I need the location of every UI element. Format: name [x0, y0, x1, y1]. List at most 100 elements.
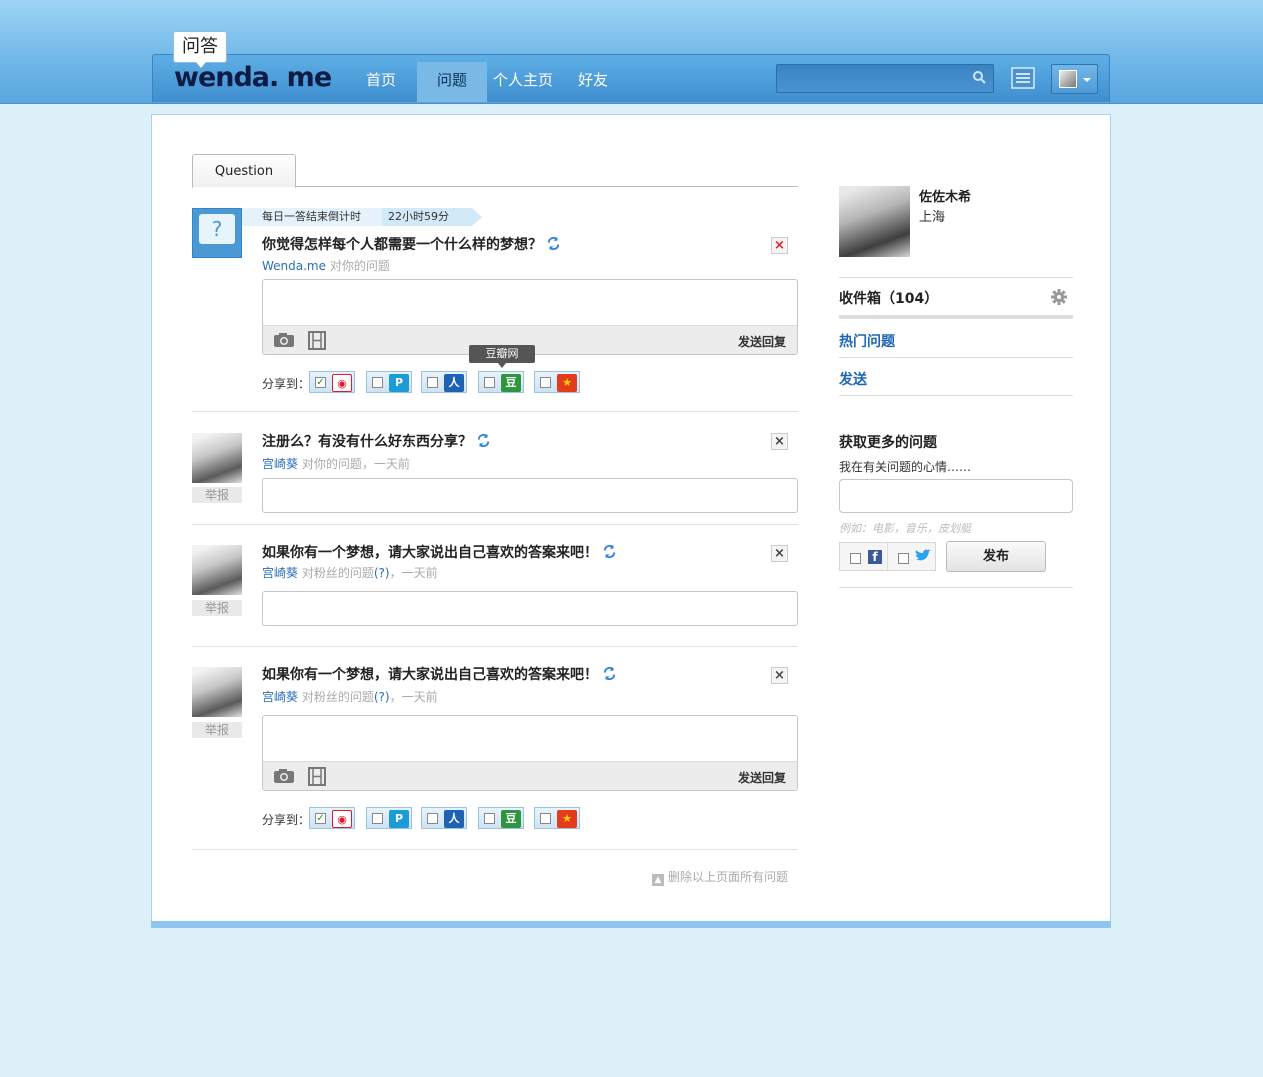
checkbox[interactable] [427, 813, 438, 824]
author-link[interactable]: 宫崎葵 [262, 690, 298, 704]
mood-input[interactable] [839, 479, 1073, 513]
share-kaixin[interactable]: ★ [534, 371, 580, 393]
facebook-checkbox[interactable] [850, 553, 861, 564]
camera-icon[interactable] [273, 768, 295, 784]
facebook-icon: f [868, 550, 882, 564]
inbox-link[interactable]: 收件箱（104） [839, 288, 938, 308]
help-link[interactable]: (?) [374, 566, 390, 580]
user-menu-button[interactable] [1051, 64, 1098, 94]
nav-friends[interactable]: 好友 [570, 62, 616, 102]
question-title[interactable]: 如果你有一个梦想，请大家说出自己喜欢的答案来吧！ [262, 664, 617, 684]
share-label: 分享到： [262, 377, 311, 391]
profile-name[interactable]: 佐佐木希 [919, 186, 971, 205]
delete-all-link[interactable]: ▲ 删除以上页面所有问题 [652, 868, 788, 886]
share-renren[interactable]: 人 [421, 371, 467, 393]
list-icon[interactable] [1010, 66, 1036, 90]
divider [839, 357, 1073, 358]
divider [192, 524, 798, 525]
author-link[interactable]: Wenda.me [262, 259, 326, 273]
nav-questions[interactable]: 问题 [417, 62, 487, 102]
checkbox[interactable]: ✓ [315, 377, 326, 388]
send-reply-button[interactable]: 发送回复 [738, 333, 786, 350]
share-kaixin[interactable]: ★ [534, 807, 580, 829]
renren-icon: 人 [444, 810, 464, 828]
close-icon[interactable]: × [771, 667, 788, 684]
hot-questions-link[interactable]: 热门问题 [839, 331, 895, 351]
gear-icon[interactable] [1050, 288, 1068, 306]
tencent-icon: P [389, 810, 409, 828]
kaixin-icon: ★ [557, 374, 577, 392]
twitter-checkbox[interactable] [898, 553, 909, 564]
publish-button[interactable]: 发布 [946, 541, 1046, 572]
reply-textarea[interactable]: 发送回复 [262, 279, 798, 355]
weibo-icon: ◉ [332, 810, 352, 828]
countdown-label: 每日一答结束倒计时 [242, 208, 382, 226]
twitter-icon [915, 549, 931, 561]
weibo-icon: ◉ [332, 374, 352, 392]
refresh-icon[interactable] [602, 544, 617, 559]
checkbox[interactable] [484, 813, 495, 824]
checkbox[interactable] [540, 813, 551, 824]
question-title[interactable]: 注册么？有没有什么好东西分享？ [262, 431, 491, 451]
refresh-icon[interactable] [602, 666, 617, 681]
avatar [1059, 70, 1077, 88]
checkbox[interactable] [540, 377, 551, 388]
more-questions-title: 获取更多的问题 [839, 435, 937, 451]
douban-icon: 豆 [501, 374, 521, 392]
reply-textarea[interactable]: 发送回复 [262, 715, 798, 791]
share-weibo[interactable]: ✓ ◉ [309, 371, 355, 393]
share-weibo[interactable]: ✓ ◉ [309, 807, 355, 829]
film-icon[interactable] [308, 331, 326, 350]
divider [192, 646, 798, 647]
share-tooltip: 豆瓣网 [469, 345, 535, 368]
search-icon[interactable] [972, 70, 986, 84]
share-renren[interactable]: 人 [421, 807, 467, 829]
logo-text[interactable]: wenda. me [174, 62, 332, 93]
author-link[interactable]: 宫崎葵 [262, 566, 298, 580]
author-link[interactable]: 宫崎葵 [262, 457, 298, 471]
send-reply-button[interactable]: 发送回复 [738, 769, 786, 786]
search-input[interactable] [776, 64, 994, 93]
profile-avatar[interactable] [839, 186, 910, 257]
divider [839, 277, 1073, 278]
chevron-down-icon [1083, 78, 1091, 82]
divider [192, 849, 798, 850]
nav-home[interactable]: 首页 [352, 62, 410, 102]
send-link[interactable]: 发送 [839, 369, 867, 389]
close-icon[interactable]: × [771, 237, 788, 254]
countdown-time: 22小时59分 [382, 208, 472, 226]
share-douban[interactable]: 豆 [478, 371, 524, 393]
checkbox[interactable] [427, 377, 438, 388]
logo-badge[interactable]: 问答 [173, 31, 227, 68]
avatar[interactable] [192, 433, 242, 483]
refresh-icon[interactable] [476, 433, 491, 448]
checkbox[interactable]: ✓ [315, 813, 326, 824]
nav-profile[interactable]: 个人主页 [490, 62, 556, 102]
refresh-icon[interactable] [546, 236, 561, 251]
question-title[interactable]: 如果你有一个梦想，请大家说出自己喜欢的答案来吧！ [262, 542, 617, 562]
report-button[interactable]: 举报 [192, 600, 242, 616]
share-tencent[interactable]: P [366, 807, 412, 829]
checkbox[interactable] [484, 377, 495, 388]
mood-hint: 例如：电影，音乐，皮划艇 [839, 522, 971, 535]
reply-input[interactable] [262, 478, 798, 513]
avatar[interactable] [192, 667, 242, 717]
reply-input[interactable] [262, 591, 798, 626]
share-tencent[interactable]: P [366, 371, 412, 393]
question-title[interactable]: 你觉得怎样每个人都需要一个什么样的梦想？ [262, 234, 561, 254]
camera-icon[interactable] [273, 332, 295, 348]
avatar[interactable] [192, 545, 242, 595]
question-meta: 宫崎葵 对粉丝的问题(?)，一天前 [262, 690, 438, 704]
kaixin-icon: ★ [557, 810, 577, 828]
checkbox[interactable] [372, 813, 383, 824]
film-icon[interactable] [308, 767, 326, 786]
renren-icon: 人 [444, 374, 464, 392]
tab-question[interactable]: Question [192, 154, 296, 188]
share-douban[interactable]: 豆 [478, 807, 524, 829]
checkbox[interactable] [372, 377, 383, 388]
report-button[interactable]: 举报 [192, 722, 242, 738]
report-button[interactable]: 举报 [192, 487, 242, 503]
close-icon[interactable]: × [771, 433, 788, 450]
close-icon[interactable]: × [771, 545, 788, 562]
help-link[interactable]: (?) [374, 690, 390, 704]
